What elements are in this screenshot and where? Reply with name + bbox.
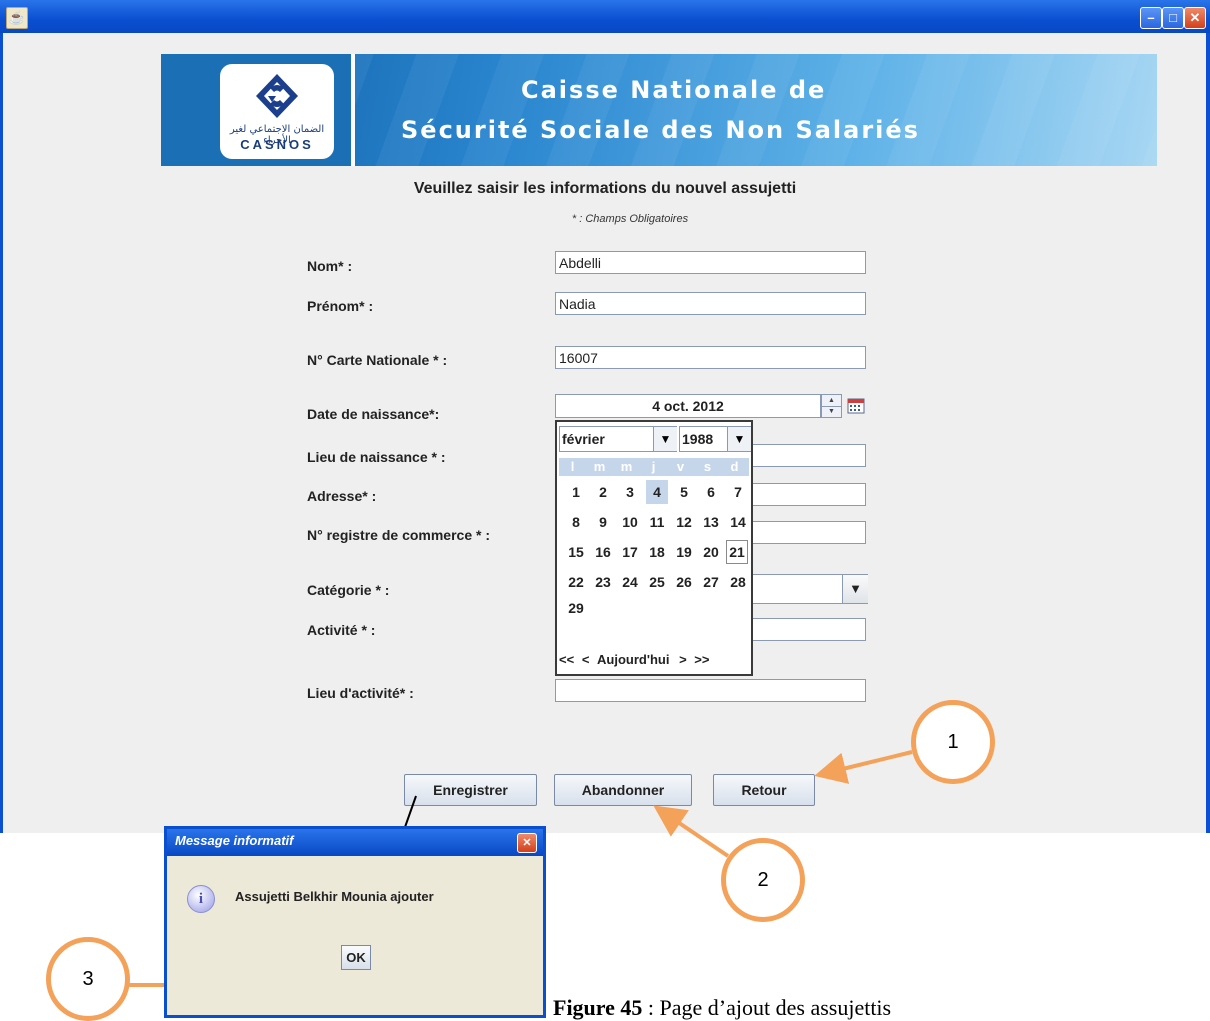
annotation-circle-3: 3 (46, 937, 130, 1021)
message-dialog: Message informatif ✕ i Assujetti Belkhir… (164, 826, 546, 1018)
figure-number: Figure 45 (553, 995, 643, 1020)
figure-caption-text: : Page d’ajout des assujettis (642, 995, 892, 1020)
dialog-title: Message informatif (175, 833, 294, 848)
annotation-circle-2: 2 (721, 838, 805, 922)
dialog-close-button[interactable]: ✕ (517, 833, 537, 853)
dialog-titlebar[interactable]: Message informatif ✕ (167, 829, 543, 856)
ok-button[interactable]: OK (341, 945, 371, 970)
arrow-1 (814, 750, 913, 784)
figure-caption: Figure 45 : Page d’ajout des assujettis (553, 995, 891, 1021)
annotation-circle-1: 1 (911, 700, 995, 784)
dialog-message: Assujetti Belkhir Mounia ajouter (235, 889, 434, 904)
info-icon: i (187, 885, 215, 913)
arrow-2 (653, 805, 730, 858)
